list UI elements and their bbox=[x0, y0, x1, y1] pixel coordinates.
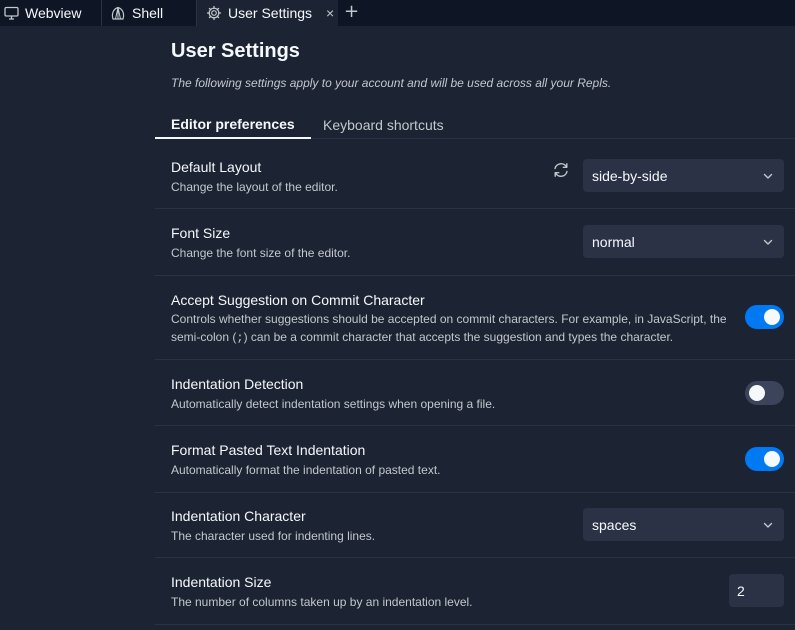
setting-title: Format Pasted Text Indentation bbox=[171, 442, 366, 458]
setting-indentation-detection: Indentation Detection Automatically dete… bbox=[155, 360, 795, 426]
toggle-knob bbox=[764, 451, 780, 467]
commit-character-code: ; bbox=[236, 331, 244, 345]
setting-title: Default Layout bbox=[171, 159, 262, 175]
chevron-down-icon bbox=[763, 522, 773, 528]
setting-title: Font Size bbox=[171, 225, 231, 241]
settings-tabs: Editor preferences Keyboard shortcuts bbox=[155, 110, 795, 139]
setting-default-layout: Default Layout Change the layout of the … bbox=[155, 143, 795, 209]
tab-bar: Webview Shell User Settings × + bbox=[0, 0, 795, 26]
select-value: spaces bbox=[592, 516, 637, 533]
description-text: ) can be a commit character that accepts… bbox=[243, 330, 674, 344]
setting-font-size: Font Size Change the font size of the ed… bbox=[155, 209, 795, 276]
reset-icon[interactable] bbox=[552, 161, 570, 179]
tab-label: Webview bbox=[25, 5, 82, 21]
select-value: side-by-side bbox=[592, 167, 668, 184]
select-value: normal bbox=[592, 233, 635, 250]
format-pasted-text-toggle[interactable] bbox=[745, 447, 784, 471]
default-layout-select[interactable]: side-by-side bbox=[583, 159, 784, 192]
tab-webview[interactable]: Webview bbox=[4, 0, 82, 26]
toggle-knob bbox=[749, 385, 765, 401]
setting-description: Change the font size of the editor. bbox=[171, 246, 351, 260]
setting-description: The number of columns taken up by an ind… bbox=[171, 595, 473, 609]
font-size-select[interactable]: normal bbox=[583, 225, 784, 258]
setting-description: The character used for indenting lines. bbox=[171, 529, 376, 543]
setting-description: Change the layout of the editor. bbox=[171, 180, 338, 194]
setting-title: Indentation Detection bbox=[171, 376, 304, 392]
accept-suggestion-toggle[interactable] bbox=[745, 305, 784, 329]
tab-label: User Settings bbox=[228, 5, 313, 21]
close-tab-icon[interactable]: × bbox=[326, 5, 334, 21]
input-value: 2 bbox=[737, 582, 745, 599]
tab-divider bbox=[101, 0, 102, 26]
tab-user-settings[interactable]: User Settings × bbox=[197, 0, 338, 26]
setting-title: Accept Suggestion on Commit Character bbox=[171, 292, 425, 308]
indentation-detection-toggle[interactable] bbox=[745, 381, 784, 405]
setting-description: Automatically format the indentation of … bbox=[171, 463, 441, 477]
setting-description: Controls whether suggestions should be a… bbox=[171, 310, 746, 347]
shell-icon bbox=[111, 6, 125, 20]
chevron-down-icon bbox=[763, 173, 773, 179]
tab-keyboard-shortcuts[interactable]: Keyboard shortcuts bbox=[307, 110, 460, 139]
setting-accept-suggestion: Accept Suggestion on Commit Character Co… bbox=[155, 276, 795, 360]
indentation-size-input[interactable]: 2 bbox=[729, 574, 784, 607]
setting-format-pasted-text: Format Pasted Text Indentation Automatic… bbox=[155, 426, 795, 493]
tab-editor-preferences[interactable]: Editor preferences bbox=[155, 110, 311, 139]
setting-title: Indentation Character bbox=[171, 508, 306, 524]
setting-description: Automatically detect indentation setting… bbox=[171, 397, 496, 411]
page-description: The following settings apply to your acc… bbox=[171, 76, 612, 90]
chevron-down-icon bbox=[763, 239, 773, 245]
new-tab-button[interactable]: + bbox=[344, 1, 359, 22]
toggle-knob bbox=[764, 309, 780, 325]
tab-shell[interactable]: Shell bbox=[110, 0, 163, 26]
gear-icon bbox=[206, 5, 222, 21]
setting-title: Indentation Size bbox=[171, 574, 272, 590]
page-title: User Settings bbox=[171, 40, 300, 62]
monitor-icon bbox=[4, 6, 19, 20]
indentation-character-select[interactable]: spaces bbox=[583, 508, 784, 541]
tab-label: Shell bbox=[132, 5, 164, 21]
setting-indentation-character: Indentation Character The character used… bbox=[155, 493, 795, 558]
setting-indentation-size: Indentation Size The number of columns t… bbox=[155, 558, 795, 625]
